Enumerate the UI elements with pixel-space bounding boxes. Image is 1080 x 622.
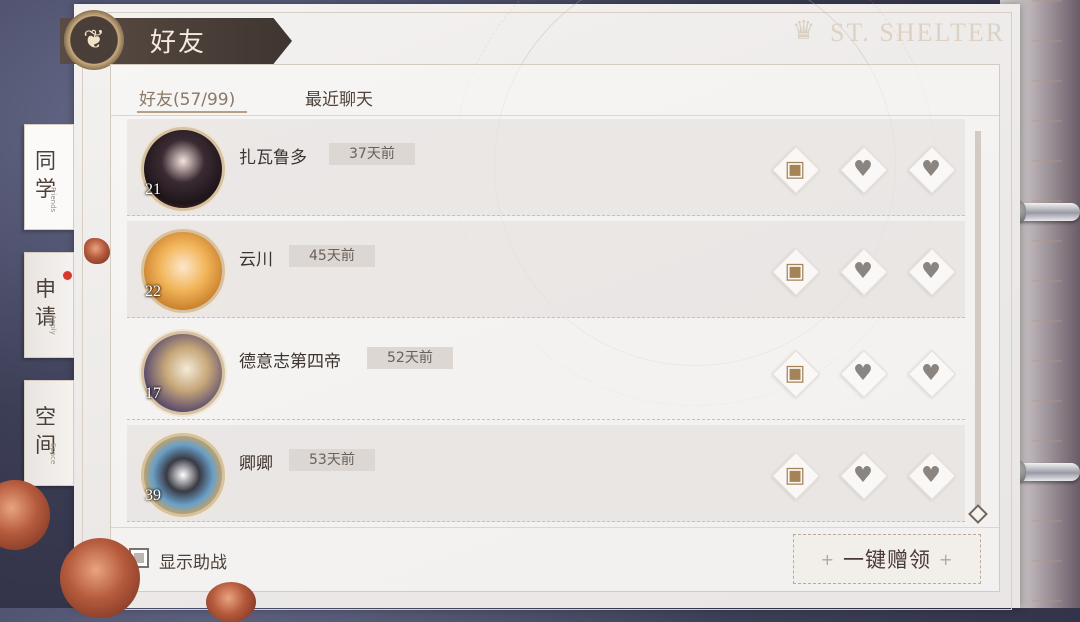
send-heart-button[interactable]: ♥ bbox=[839, 145, 889, 195]
friend-name: 德意志第四帝 bbox=[239, 352, 341, 372]
butterfly-icon: ❦ bbox=[64, 10, 124, 70]
friend-list[interactable]: 21 扎瓦鲁多 37天前 ▣ ♥ ♥ 22 云川 45天前 ▣ ♥ ♥ 17 德… bbox=[127, 119, 967, 529]
friends-panel: 好友(57/99) 最近聊天 21 扎瓦鲁多 37天前 ▣ ♥ ♥ 22 云川 … bbox=[110, 64, 1000, 592]
rail-pattern bbox=[1032, 0, 1062, 608]
page-title: 好友 bbox=[150, 28, 207, 57]
chat-bubble-icon: ▣ bbox=[784, 258, 806, 284]
receive-heart-button[interactable]: ♥ bbox=[907, 145, 957, 195]
rose-decoration bbox=[206, 582, 256, 622]
show-support-label: 显示助战 bbox=[159, 553, 227, 573]
friend-row[interactable]: 22 云川 45天前 ▣ ♥ ♥ bbox=[127, 221, 965, 318]
friend-row[interactable]: 17 德意志第四帝 52天前 ▣ ♥ ♥ bbox=[127, 323, 965, 420]
friend-row[interactable]: 39 卿卿 53天前 ▣ ♥ ♥ bbox=[127, 425, 965, 522]
heart-check-icon: ♥ bbox=[921, 462, 941, 488]
tab-space-sub: Space bbox=[49, 443, 57, 465]
heart-send-icon: ♥ bbox=[853, 258, 873, 284]
heart-check-icon: ♥ bbox=[921, 258, 941, 284]
level-badge: 21 bbox=[145, 181, 161, 198]
rose-decoration bbox=[60, 538, 140, 618]
heart-send-icon: ♥ bbox=[853, 462, 873, 488]
scroll-end-marker bbox=[968, 504, 988, 524]
chat-button[interactable]: ▣ bbox=[771, 145, 821, 195]
petal-decoration bbox=[84, 238, 110, 264]
level-badge: 17 bbox=[145, 385, 161, 402]
heart-send-icon: ♥ bbox=[853, 156, 873, 182]
tab-underline bbox=[137, 111, 247, 113]
tab-apply-sub: Apply bbox=[49, 315, 57, 335]
tab-bar: 好友(57/99) 最近聊天 bbox=[111, 65, 999, 116]
receive-heart-button[interactable]: ♥ bbox=[907, 247, 957, 297]
heart-check-icon: ♥ bbox=[921, 156, 941, 182]
send-heart-button[interactable]: ♥ bbox=[839, 247, 889, 297]
tab-apply[interactable]: 申请 Apply bbox=[24, 252, 74, 358]
friend-name: 云川 bbox=[239, 250, 273, 270]
chat-bubble-icon: ▣ bbox=[784, 462, 806, 488]
tab-friends[interactable]: 好友(57/99) bbox=[139, 85, 235, 110]
bottom-bar: 显示助战 一键赠领 bbox=[111, 527, 999, 592]
last-online-badge: 53天前 bbox=[289, 449, 375, 471]
tab-classmates[interactable]: 同学 Friends bbox=[24, 124, 74, 230]
last-online-badge: 37天前 bbox=[329, 143, 415, 165]
level-badge: 39 bbox=[145, 487, 161, 504]
friend-name: 卿卿 bbox=[239, 454, 273, 474]
rose-decoration bbox=[0, 480, 50, 550]
chat-bubble-icon: ▣ bbox=[784, 360, 806, 386]
crest-icon: ♛ bbox=[792, 16, 816, 46]
notification-dot bbox=[63, 271, 72, 280]
chat-button[interactable]: ▣ bbox=[771, 451, 821, 501]
scrollbar-thumb[interactable] bbox=[975, 131, 981, 511]
friend-name: 扎瓦鲁多 bbox=[239, 148, 307, 168]
receive-heart-button[interactable]: ♥ bbox=[907, 451, 957, 501]
send-heart-button[interactable]: ♥ bbox=[839, 349, 889, 399]
send-heart-button[interactable]: ♥ bbox=[839, 451, 889, 501]
tab-space[interactable]: 空间 Space bbox=[24, 380, 74, 486]
friend-row[interactable]: 21 扎瓦鲁多 37天前 ▣ ♥ ♥ bbox=[127, 119, 965, 216]
tab-classmates-sub: Friends bbox=[49, 187, 57, 213]
heart-check-icon: ♥ bbox=[921, 360, 941, 386]
level-badge: 22 bbox=[145, 283, 161, 300]
brand-watermark: ST. SHELTER bbox=[830, 18, 1006, 47]
last-online-badge: 45天前 bbox=[289, 245, 375, 267]
chat-button[interactable]: ▣ bbox=[771, 349, 821, 399]
tab-recent-chat[interactable]: 最近聊天 bbox=[305, 85, 373, 110]
chat-bubble-icon: ▣ bbox=[784, 156, 806, 182]
last-online-badge: 52天前 bbox=[367, 347, 453, 369]
claim-all-button[interactable]: 一键赠领 bbox=[793, 534, 981, 584]
chat-button[interactable]: ▣ bbox=[771, 247, 821, 297]
receive-heart-button[interactable]: ♥ bbox=[907, 349, 957, 399]
heart-send-icon: ♥ bbox=[853, 360, 873, 386]
